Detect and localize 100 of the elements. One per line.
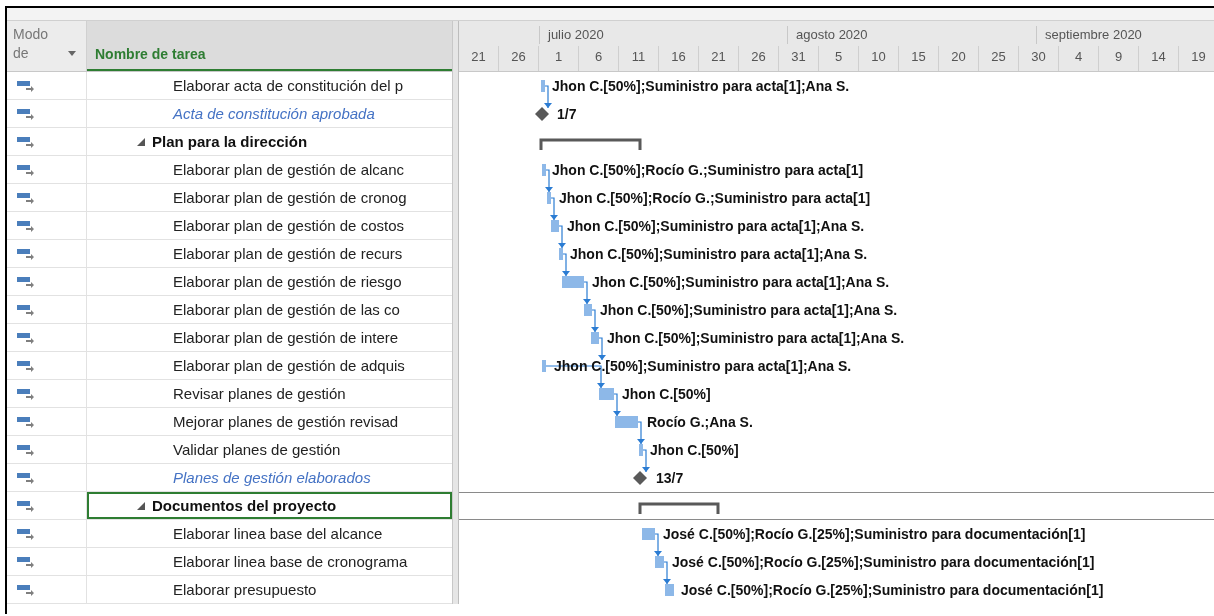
resource-label: Jhon C.[50%];Suministro para acta[1];Ana S. <box>552 78 850 94</box>
task-name-cell[interactable]: Elaborar linea base del alcance <box>87 520 452 547</box>
task-name: Mejorar planes de gestión revisad <box>173 413 399 430</box>
auto-schedule-icon <box>17 471 35 484</box>
auto-schedule-icon <box>17 303 35 316</box>
auto-schedule-icon <box>17 555 35 568</box>
day-label: 21 <box>459 46 499 71</box>
month-label: septiembre 2020 <box>1036 26 1142 44</box>
day-label: 20 <box>939 46 979 71</box>
auto-schedule-icon <box>17 79 35 92</box>
day-label: 16 <box>659 46 699 71</box>
task-name-cell[interactable]: Elaborar plan de gestión de intere <box>87 324 452 351</box>
task-name: Validar planes de gestión <box>173 441 341 458</box>
dependency-arrow <box>545 169 553 193</box>
task-name: Elaborar plan de gestión de costos <box>173 217 404 234</box>
summary-bar[interactable] <box>539 138 642 150</box>
day-label: 1 <box>539 46 579 71</box>
auto-schedule-icon <box>17 583 35 596</box>
resource-label: Jhon C.[50%];Suministro para acta[1];Ana S. <box>567 218 865 234</box>
task-bar[interactable] <box>665 584 674 596</box>
task-name-cell[interactable]: Elaborar plan de gestión de riesgo <box>87 268 452 295</box>
task-bar[interactable] <box>584 304 592 316</box>
task-name-cell[interactable]: Plan para la dirección <box>87 128 452 155</box>
auto-schedule-icon <box>17 163 35 176</box>
column-header[interactable]: Nombre de tarea <box>87 21 452 71</box>
task-name-cell[interactable]: Elaborar plan de gestión de cronog <box>87 184 452 211</box>
auto-schedule-icon <box>17 107 35 120</box>
task-name: Elaborar plan de gestión de intere <box>173 329 399 346</box>
task-name: Elaborar linea base de cronograma <box>173 553 408 570</box>
task-bar[interactable] <box>559 248 563 260</box>
milestone-diamond[interactable] <box>633 471 647 485</box>
task-bar[interactable] <box>547 192 551 204</box>
dependency-arrow <box>591 309 599 333</box>
dependency-arrow <box>544 85 552 109</box>
task-name: Elaborar plan de gestión de recurs <box>173 245 403 262</box>
day-label: 30 <box>1019 46 1059 71</box>
task-name-cell[interactable]: Validar planes de gestión <box>87 436 452 463</box>
month-label: julio 2020 <box>539 26 604 44</box>
dependency-arrow <box>637 421 645 445</box>
task-bar[interactable] <box>542 164 546 176</box>
collapse-triangle-icon[interactable] <box>137 137 145 146</box>
auto-schedule-icon <box>17 415 35 428</box>
task-name-cell[interactable]: Elaborar plan de gestión de recurs <box>87 240 452 267</box>
task-name-cell[interactable]: Elaborar plan de gestión de las co <box>87 296 452 323</box>
resource-label: José C.[50%];Rocío G.[25%];Suministro para documentación[1] <box>672 554 1095 570</box>
day-label: 6 <box>579 46 619 71</box>
task-bar[interactable] <box>642 528 655 540</box>
resource-label: Jhon C.[50%] <box>650 442 739 458</box>
resource-label: Jhon C.[50%];Suministro para acta[1];Ana S. <box>592 274 890 290</box>
task-bar[interactable] <box>562 276 584 288</box>
day-label: 14 <box>1139 46 1179 71</box>
task-bar[interactable] <box>599 388 614 400</box>
task-name: Elaborar linea base del alcance <box>173 525 383 542</box>
task-name-cell[interactable]: Acta de constitución aprobada <box>87 100 452 127</box>
task-name: Revisar planes de gestión <box>173 385 346 402</box>
resource-label: Jhon C.[50%];Suministro para acta[1];Ana S. <box>570 246 868 262</box>
task-name: Elaborar acta de constitución del p <box>173 77 404 94</box>
task-bar[interactable] <box>542 360 546 372</box>
task-name-cell[interactable]: Elaborar acta de constitución del p <box>87 72 452 99</box>
task-bar[interactable] <box>591 332 599 344</box>
resource-label: Jhon C.[50%];Suministro para acta[1];Ana S. <box>607 330 905 346</box>
task-name-cell[interactable]: Elaborar presupuesto <box>87 576 452 603</box>
task-bar[interactable] <box>551 220 559 232</box>
task-name-cell[interactable]: Planes de gestión elaborados <box>87 464 452 491</box>
task-name-cell[interactable]: Mejorar planes de gestión revisad <box>87 408 452 435</box>
auto-schedule-icon <box>17 191 35 204</box>
auto-schedule-icon <box>17 331 35 344</box>
dependency-arrow <box>558 225 566 249</box>
task-name-cell[interactable]: Documentos del proyecto <box>87 492 452 519</box>
task-name: Elaborar plan de gestión de adquis <box>173 357 405 374</box>
milestone-diamond[interactable] <box>535 107 549 121</box>
task-name-cell[interactable]: Elaborar plan de gestión de alcanc <box>87 156 452 183</box>
summary-bar[interactable] <box>638 502 720 514</box>
day-label: 10 <box>859 46 899 71</box>
day-label: 21 <box>699 46 739 71</box>
dependency-arrow <box>654 533 662 557</box>
resource-label: Jhon C.[50%];Rocío G.;Suministro para acta[1] <box>559 190 871 206</box>
column-header[interactable]: Modo de <box>7 21 87 71</box>
collapse-triangle-icon[interactable] <box>137 501 145 510</box>
task-bar[interactable] <box>655 556 664 568</box>
task-bar[interactable] <box>615 416 638 428</box>
dropdown-caret-icon[interactable] <box>68 51 76 56</box>
task-bar[interactable] <box>541 80 545 92</box>
resource-label: Jhon C.[50%] <box>622 386 711 402</box>
task-name-cell[interactable]: Elaborar plan de gestión de costos <box>87 212 452 239</box>
auto-schedule-icon <box>17 443 35 456</box>
task-name-cell[interactable]: Revisar planes de gestión <box>87 380 452 407</box>
auto-schedule-icon <box>17 387 35 400</box>
resource-label: Jhon C.[50%];Rocío G.;Suministro para acta[1] <box>552 162 864 178</box>
auto-schedule-icon <box>17 135 35 148</box>
day-label: 15 <box>899 46 939 71</box>
milestone-date: 1/7 <box>557 106 577 122</box>
auto-schedule-icon <box>17 219 35 232</box>
task-name-cell[interactable]: Elaborar plan de gestión de adquis <box>87 352 452 379</box>
task-name-cell[interactable]: Elaborar linea base de cronograma <box>87 548 452 575</box>
task-name: Acta de constitución aprobada <box>173 105 375 122</box>
resource-label: José C.[50%];Rocío G.[25%];Suministro para documentación[1] <box>681 582 1104 598</box>
task-bar[interactable] <box>639 444 643 456</box>
resource-label: Rocío G.;Ana S. <box>647 414 753 430</box>
task-name: Elaborar plan de gestión de alcanc <box>173 161 404 178</box>
